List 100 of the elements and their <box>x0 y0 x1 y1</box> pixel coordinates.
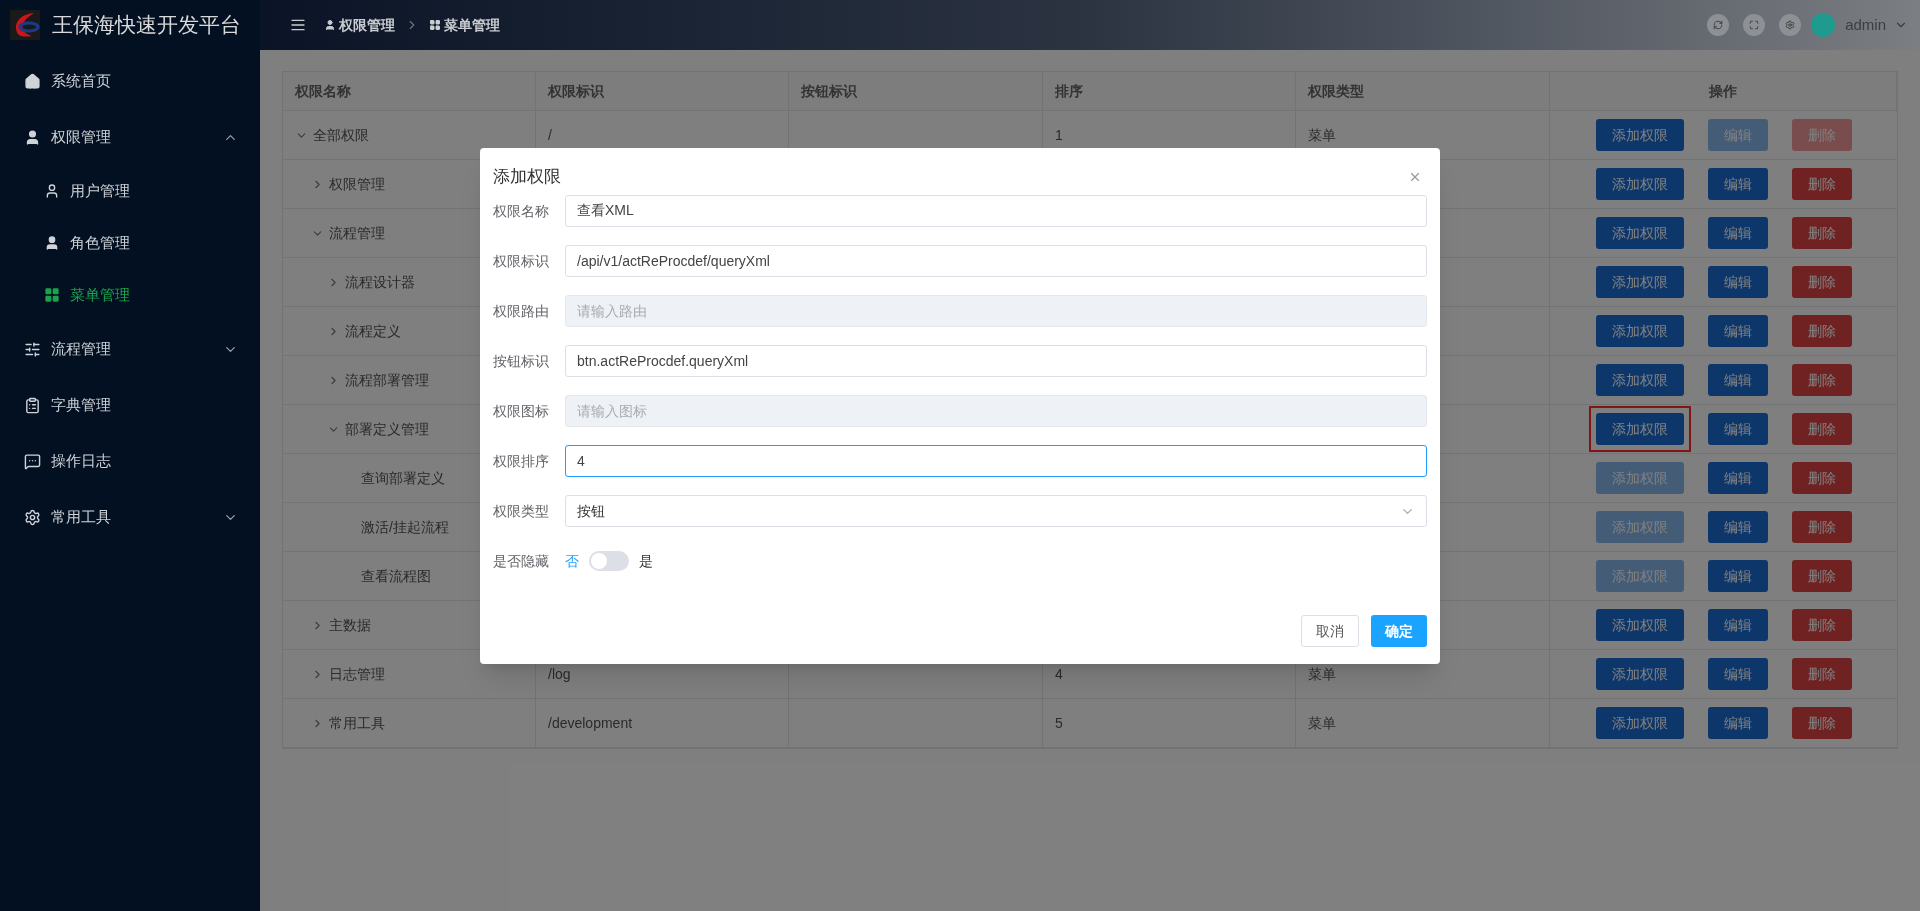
clipboard-icon <box>24 396 41 414</box>
table-cell-text: 部署定义管理 <box>345 419 429 439</box>
avatar[interactable] <box>1811 13 1836 37</box>
select-field[interactable]: 按钮 <box>565 495 1427 527</box>
close-icon[interactable] <box>1408 170 1422 184</box>
action-button[interactable]: 编辑 <box>1707 217 1768 249</box>
action-button[interactable]: 添加权限 <box>1595 658 1684 690</box>
table-cell-text: 流程设计器 <box>345 272 415 292</box>
field-label: 按钮标识 <box>493 351 550 371</box>
user-icon <box>44 183 60 199</box>
table-cell-text: /log <box>548 664 571 684</box>
sidebar-item[interactable]: 字典管理 <box>0 377 260 433</box>
action-button[interactable]: 编辑 <box>1707 462 1768 494</box>
sidebar-subitem[interactable]: 用户管理 <box>0 165 260 217</box>
table-cell-text: 5 <box>1055 713 1063 733</box>
column-header: 权限类型 <box>1296 72 1550 110</box>
field-label: 权限排序 <box>493 451 550 471</box>
delete-button[interactable]: 删除 <box>1791 511 1852 543</box>
input-field[interactable]: /api/v1/actReProcdef/queryXml <box>565 245 1427 277</box>
input-field[interactable]: btn.actReProcdef.queryXml <box>565 345 1427 377</box>
delete-button[interactable]: 删除 <box>1791 707 1852 739</box>
action-button[interactable]: 编辑 <box>1707 413 1768 445</box>
breadcrumb-item[interactable]: 菜单管理 <box>429 14 500 36</box>
column-header: 排序 <box>1043 72 1296 110</box>
sidebar-item[interactable]: 流程管理 <box>0 321 260 377</box>
input-field[interactable]: 4 <box>565 445 1427 477</box>
action-button[interactable]: 添加权限 <box>1595 266 1684 298</box>
action-button[interactable]: 添加权限 <box>1595 364 1684 396</box>
switch-label: 是 <box>639 551 653 571</box>
user-icon <box>44 235 60 251</box>
table-cell-text: 4 <box>1055 664 1063 684</box>
home-icon <box>24 72 41 90</box>
grid-icon <box>44 287 60 303</box>
table-cell-text: 查看流程图 <box>361 566 431 586</box>
breadcrumb-item[interactable]: 权限管理 <box>324 14 395 36</box>
settings-button[interactable] <box>1779 14 1802 36</box>
action-button[interactable]: 编辑 <box>1707 658 1768 690</box>
input-field[interactable]: 查看XML <box>565 195 1427 227</box>
action-button[interactable]: 添加权限 <box>1595 217 1684 249</box>
field-label: 权限类型 <box>493 501 550 521</box>
cancel-button[interactable]: 取消 <box>1301 615 1359 647</box>
table-cell-text: 菜单 <box>1308 664 1336 684</box>
table-cell-text: 菜单 <box>1308 713 1336 733</box>
table-cell-text: 查询部署定义 <box>361 468 445 488</box>
sidebar-subitem[interactable]: 菜单管理 <box>0 269 260 321</box>
sidebar-item[interactable]: 系统首页 <box>0 53 260 109</box>
table-cell-text: 流程管理 <box>329 223 385 243</box>
table-cell-text: 流程定义 <box>345 321 401 341</box>
delete-button[interactable]: 删除 <box>1791 217 1852 249</box>
action-button[interactable]: 编辑 <box>1707 707 1768 739</box>
message-icon <box>24 452 41 470</box>
action-button[interactable]: 编辑 <box>1707 609 1768 641</box>
refresh-button[interactable] <box>1707 14 1730 36</box>
table-cell-text: 全部权限 <box>313 125 369 145</box>
menu-icon[interactable] <box>290 17 306 33</box>
action-button[interactable]: 编辑 <box>1707 364 1768 396</box>
user-name[interactable]: admin <box>1845 13 1886 37</box>
sidebar-item[interactable]: 权限管理 <box>0 109 260 165</box>
table-cell-text: 激活/挂起流程 <box>361 517 449 537</box>
grid-icon <box>429 19 441 31</box>
action-button[interactable]: 添加权限 <box>1595 315 1684 347</box>
toggle-switch[interactable] <box>589 551 629 571</box>
field-label: 权限路由 <box>493 301 550 321</box>
delete-button[interactable]: 删除 <box>1791 266 1852 298</box>
sidebar-subitem[interactable]: 角色管理 <box>0 217 260 269</box>
delete-button[interactable]: 删除 <box>1791 364 1852 396</box>
action-button[interactable]: 编辑 <box>1707 168 1768 200</box>
delete-button[interactable]: 删除 <box>1791 609 1852 641</box>
refresh-icon <box>1713 20 1724 30</box>
action-button[interactable]: 编辑 <box>1707 266 1768 298</box>
sidebar-item[interactable]: 操作日志 <box>0 433 260 489</box>
fullscreen-button[interactable] <box>1743 14 1766 36</box>
table-cell-text: 日志管理 <box>329 664 385 684</box>
action-button[interactable]: 编辑 <box>1707 511 1768 543</box>
action-button[interactable]: 添加权限 <box>1595 707 1684 739</box>
action-button[interactable]: 添加权限 <box>1595 609 1684 641</box>
table-cell-text: 1 <box>1055 125 1063 145</box>
action-button[interactable]: 添加权限 <box>1595 119 1684 151</box>
column-header: 权限名称 <box>283 72 536 110</box>
action-button[interactable]: 编辑 <box>1707 560 1768 592</box>
delete-button[interactable]: 删除 <box>1791 315 1852 347</box>
sidebar-item[interactable]: 常用工具 <box>0 489 260 545</box>
user-icon <box>24 128 41 146</box>
field-label: 权限标识 <box>493 251 550 271</box>
delete-button[interactable]: 删除 <box>1791 168 1852 200</box>
dialog-title: 添加权限 <box>493 166 562 189</box>
delete-button[interactable]: 删除 <box>1791 462 1852 494</box>
settings-icon <box>1785 20 1796 30</box>
sliders-icon <box>24 340 41 358</box>
gear-icon <box>24 508 41 526</box>
app-title: 王保海快速开发平台 <box>52 12 241 39</box>
action-button[interactable]: 添加权限 <box>1595 413 1684 445</box>
action-button[interactable]: 添加权限 <box>1595 168 1684 200</box>
action-button[interactable]: 编辑 <box>1707 315 1768 347</box>
delete-button[interactable]: 删除 <box>1791 560 1852 592</box>
logo-icon <box>10 10 40 40</box>
delete-button[interactable]: 删除 <box>1791 413 1852 445</box>
field-label: 权限图标 <box>493 401 550 421</box>
delete-button[interactable]: 删除 <box>1791 658 1852 690</box>
confirm-button[interactable]: 确定 <box>1371 615 1427 647</box>
